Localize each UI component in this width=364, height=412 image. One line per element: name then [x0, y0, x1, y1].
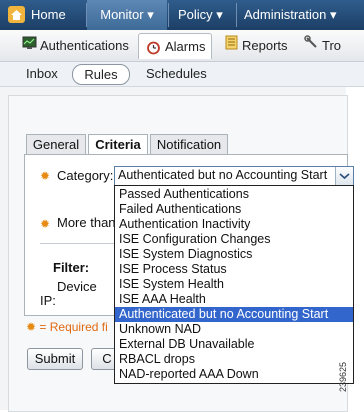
tab-alarms[interactable]: Alarms: [138, 33, 212, 59]
tab-criteria[interactable]: Criteria: [88, 134, 148, 156]
nav-divider: [236, 3, 237, 27]
top-navbar: Home Monitor ▾ Policy ▾ Administration ▾: [0, 0, 364, 30]
nav-home[interactable]: Home: [31, 0, 66, 30]
tab-inbox[interactable]: Inbox: [26, 64, 58, 83]
dropdown-option[interactable]: NAD-reported AAA Down: [115, 367, 353, 382]
category-select[interactable]: Authenticated but no Accounting Start: [114, 166, 354, 186]
dropdown-option[interactable]: Authentication Inactivity: [115, 217, 353, 232]
required-note-text: = Required fi: [39, 320, 108, 334]
category-select-value: Authenticated but no Accounting Start: [118, 168, 328, 182]
home-icon[interactable]: [8, 6, 25, 23]
device-label: Device: [57, 279, 97, 294]
tab-schedules[interactable]: Schedules: [146, 64, 207, 83]
dropdown-option[interactable]: RBACL drops: [115, 352, 353, 367]
troubleshoot-icon: [304, 35, 319, 50]
dropdown-option-selected[interactable]: Authenticated but no Accounting Start: [115, 307, 353, 322]
dropdown-option[interactable]: ISE System Health: [115, 277, 353, 292]
required-star-icon: ✹: [26, 320, 37, 334]
divider: [40, 243, 114, 244]
nav-administration[interactable]: Administration ▾: [244, 0, 337, 30]
tab-authentications[interactable]: Authentications: [40, 33, 129, 58]
more-than-label: More than: [57, 215, 116, 230]
filter-label: Filter:: [53, 260, 90, 275]
dropdown-option[interactable]: Failed Authentications: [115, 202, 353, 217]
dropdown-option[interactable]: ISE System Diagnostics: [115, 247, 353, 262]
dropdown-option[interactable]: ISE Configuration Changes: [115, 232, 353, 247]
tab-reports[interactable]: Reports: [242, 33, 288, 58]
dropdown-option[interactable]: Unknown NAD: [115, 322, 353, 337]
dropdown-option[interactable]: Passed Authentications: [115, 187, 353, 202]
ip-label: IP:: [40, 293, 56, 308]
figure-id-text: 239625: [338, 361, 349, 393]
dropdown-option[interactable]: ISE Process Status: [115, 262, 353, 277]
nav-divider: [168, 3, 169, 27]
tab-alarms-label: Alarms: [165, 39, 206, 54]
tab-troubleshoot[interactable]: Tro: [322, 33, 341, 58]
required-star-icon: ✹: [40, 217, 51, 231]
required-note: ✹ = Required fi: [26, 320, 108, 334]
alarm-clock-icon: [146, 38, 161, 55]
figure-id: 239625: [338, 352, 360, 404]
category-dropdown-list[interactable]: Passed Authentications Failed Authentica…: [114, 185, 354, 384]
tab-notification[interactable]: Notification: [150, 134, 228, 155]
required-star-icon: ✹: [40, 169, 51, 183]
nav-monitor[interactable]: Monitor ▾: [87, 0, 167, 30]
dropdown-option[interactable]: ISE AAA Health: [115, 292, 353, 307]
reports-icon: [224, 35, 239, 50]
tab-rules[interactable]: Rules: [72, 64, 130, 85]
authentications-icon: [22, 35, 37, 50]
dropdown-option[interactable]: External DB Unavailable: [115, 337, 353, 352]
category-label: Category:: [57, 168, 114, 183]
chevron-down-icon[interactable]: [335, 167, 353, 185]
nav-policy[interactable]: Policy ▾: [178, 0, 223, 30]
alarms-subnav: Inbox Rules Schedules: [0, 62, 364, 87]
sub-navbar: Authentications Alarms Reports Tro: [0, 30, 364, 62]
submit-button[interactable]: Submit: [27, 348, 83, 370]
tab-general[interactable]: General: [26, 134, 86, 155]
